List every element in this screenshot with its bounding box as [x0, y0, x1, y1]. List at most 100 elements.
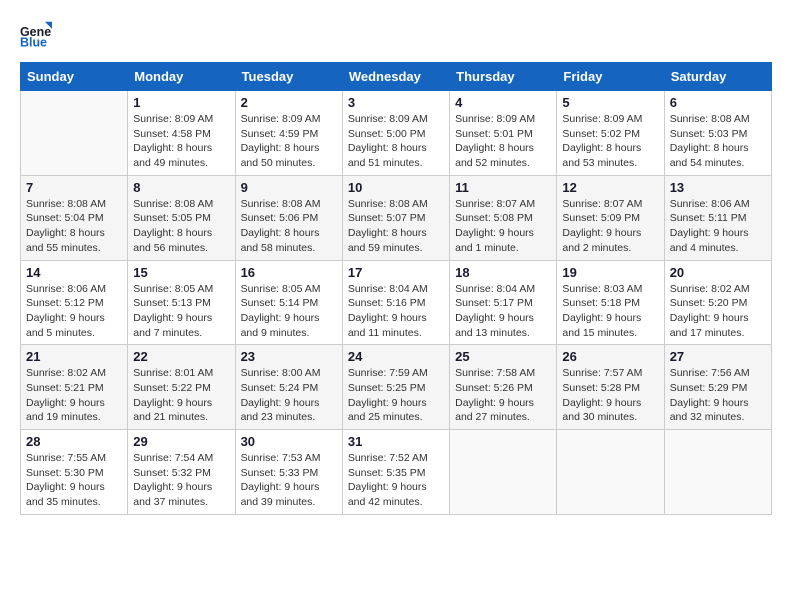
day-info: Sunrise: 8:01 AM Sunset: 5:22 PM Dayligh… — [133, 366, 229, 425]
day-info: Sunrise: 8:09 AM Sunset: 5:02 PM Dayligh… — [562, 112, 658, 171]
day-info: Sunrise: 7:53 AM Sunset: 5:33 PM Dayligh… — [241, 451, 337, 510]
calendar-cell: 25 Sunrise: 7:58 AM Sunset: 5:26 PM Dayli… — [450, 345, 557, 430]
day-info: Sunrise: 8:04 AM Sunset: 5:17 PM Dayligh… — [455, 282, 551, 341]
date-number: 5 — [562, 95, 658, 110]
calendar-cell: 17Sunrise: 8:04 AM Sunset: 5:16 PM Dayli… — [342, 260, 449, 345]
day-info: Sunrise: 8:09 AM Sunset: 5:01 PM Dayligh… — [455, 112, 551, 171]
calendar-cell: 2 Sunrise: 8:09 AM Sunset: 4:59 PM Daylig… — [235, 91, 342, 176]
calendar-cell: 12 Sunrise: 8:07 AM Sunset: 5:09 PM Dayli… — [557, 175, 664, 260]
column-header-friday: Friday — [557, 63, 664, 91]
day-info: Sunrise: 8:03 AM Sunset: 5:18 PM Dayligh… — [562, 282, 658, 341]
date-number: 6 — [670, 95, 766, 110]
date-number: 3 — [348, 95, 444, 110]
date-number: 18 — [455, 265, 551, 280]
day-info: Sunrise: 8:08 AM Sunset: 5:05 PM Dayligh… — [133, 197, 229, 256]
calendar-cell: 18 Sunrise: 8:04 AM Sunset: 5:17 PM Dayli… — [450, 260, 557, 345]
calendar-cell: 16 Sunrise: 8:05 AM Sunset: 5:14 PM Dayli… — [235, 260, 342, 345]
week-row-5: 28 Sunrise: 7:55 AM Sunset: 5:30 PM Dayli… — [21, 430, 772, 515]
calendar-cell: 13 Sunrise: 8:06 AM Sunset: 5:11 PM Dayli… — [664, 175, 771, 260]
date-number: 13 — [670, 180, 766, 195]
date-number: 10 — [348, 180, 444, 195]
logo: General Blue — [20, 20, 56, 52]
date-number: 9 — [241, 180, 337, 195]
date-number: 15 — [133, 265, 229, 280]
date-number: 12 — [562, 180, 658, 195]
date-number: 29 — [133, 434, 229, 449]
date-number: 22 — [133, 349, 229, 364]
calendar-cell — [557, 430, 664, 515]
calendar-header-row: SundayMondayTuesdayWednesdayThursdayFrid… — [21, 63, 772, 91]
calendar-cell: 11 Sunrise: 8:07 AM Sunset: 5:08 PM Dayli… — [450, 175, 557, 260]
date-number: 16 — [241, 265, 337, 280]
column-header-saturday: Saturday — [664, 63, 771, 91]
date-number: 21 — [26, 349, 122, 364]
week-row-3: 14 Sunrise: 8:06 AM Sunset: 5:12 PM Dayli… — [21, 260, 772, 345]
date-number: 26 — [562, 349, 658, 364]
calendar-cell: 6 Sunrise: 8:08 AM Sunset: 5:03 PM Daylig… — [664, 91, 771, 176]
calendar-cell: 10Sunrise: 8:08 AM Sunset: 5:07 PM Dayli… — [342, 175, 449, 260]
calendar-cell: 30 Sunrise: 7:53 AM Sunset: 5:33 PM Dayli… — [235, 430, 342, 515]
calendar-cell: 27Sunrise: 7:56 AM Sunset: 5:29 PM Dayli… — [664, 345, 771, 430]
column-header-thursday: Thursday — [450, 63, 557, 91]
day-info: Sunrise: 8:08 AM Sunset: 5:03 PM Dayligh… — [670, 112, 766, 171]
date-number: 31 — [348, 434, 444, 449]
page-header: General Blue — [20, 20, 772, 52]
week-row-1: 1 Sunrise: 8:09 AM Sunset: 4:58 PM Daylig… — [21, 91, 772, 176]
calendar-cell: 7 Sunrise: 8:08 AM Sunset: 5:04 PM Daylig… — [21, 175, 128, 260]
date-number: 1 — [133, 95, 229, 110]
date-number: 7 — [26, 180, 122, 195]
date-number: 20 — [670, 265, 766, 280]
calendar-cell — [21, 91, 128, 176]
day-info: Sunrise: 8:07 AM Sunset: 5:09 PM Dayligh… — [562, 197, 658, 256]
column-header-sunday: Sunday — [21, 63, 128, 91]
week-row-4: 21Sunrise: 8:02 AM Sunset: 5:21 PM Dayli… — [21, 345, 772, 430]
day-info: Sunrise: 8:09 AM Sunset: 4:58 PM Dayligh… — [133, 112, 229, 171]
date-number: 11 — [455, 180, 551, 195]
day-info: Sunrise: 8:00 AM Sunset: 5:24 PM Dayligh… — [241, 366, 337, 425]
calendar-cell: 4 Sunrise: 8:09 AM Sunset: 5:01 PM Daylig… — [450, 91, 557, 176]
day-info: Sunrise: 8:08 AM Sunset: 5:06 PM Dayligh… — [241, 197, 337, 256]
date-number: 24 — [348, 349, 444, 364]
date-number: 19 — [562, 265, 658, 280]
calendar-cell: 3 Sunrise: 8:09 AM Sunset: 5:00 PM Daylig… — [342, 91, 449, 176]
date-number: 25 — [455, 349, 551, 364]
calendar-cell: 21Sunrise: 8:02 AM Sunset: 5:21 PM Dayli… — [21, 345, 128, 430]
week-row-2: 7 Sunrise: 8:08 AM Sunset: 5:04 PM Daylig… — [21, 175, 772, 260]
day-info: Sunrise: 8:06 AM Sunset: 5:11 PM Dayligh… — [670, 197, 766, 256]
day-info: Sunrise: 7:52 AM Sunset: 5:35 PM Dayligh… — [348, 451, 444, 510]
calendar-cell: 20Sunrise: 8:02 AM Sunset: 5:20 PM Dayli… — [664, 260, 771, 345]
date-number: 14 — [26, 265, 122, 280]
calendar-cell: 23Sunrise: 8:00 AM Sunset: 5:24 PM Dayli… — [235, 345, 342, 430]
day-info: Sunrise: 7:56 AM Sunset: 5:29 PM Dayligh… — [670, 366, 766, 425]
day-info: Sunrise: 8:05 AM Sunset: 5:14 PM Dayligh… — [241, 282, 337, 341]
day-info: Sunrise: 7:55 AM Sunset: 5:30 PM Dayligh… — [26, 451, 122, 510]
date-number: 8 — [133, 180, 229, 195]
day-info: Sunrise: 8:09 AM Sunset: 5:00 PM Dayligh… — [348, 112, 444, 171]
calendar-cell: 15 Sunrise: 8:05 AM Sunset: 5:13 PM Dayli… — [128, 260, 235, 345]
calendar-table: SundayMondayTuesdayWednesdayThursdayFrid… — [20, 62, 772, 515]
column-header-monday: Monday — [128, 63, 235, 91]
day-info: Sunrise: 8:08 AM Sunset: 5:04 PM Dayligh… — [26, 197, 122, 256]
calendar-cell: 8 Sunrise: 8:08 AM Sunset: 5:05 PM Daylig… — [128, 175, 235, 260]
date-number: 2 — [241, 95, 337, 110]
date-number: 28 — [26, 434, 122, 449]
day-info: Sunrise: 8:09 AM Sunset: 4:59 PM Dayligh… — [241, 112, 337, 171]
column-header-tuesday: Tuesday — [235, 63, 342, 91]
day-info: Sunrise: 7:54 AM Sunset: 5:32 PM Dayligh… — [133, 451, 229, 510]
logo-icon: General Blue — [20, 20, 52, 52]
day-info: Sunrise: 8:07 AM Sunset: 5:08 PM Dayligh… — [455, 197, 551, 256]
day-info: Sunrise: 8:06 AM Sunset: 5:12 PM Dayligh… — [26, 282, 122, 341]
calendar-cell: 19 Sunrise: 8:03 AM Sunset: 5:18 PM Dayli… — [557, 260, 664, 345]
calendar-cell: 22 Sunrise: 8:01 AM Sunset: 5:22 PM Dayli… — [128, 345, 235, 430]
calendar-cell: 24Sunrise: 7:59 AM Sunset: 5:25 PM Dayli… — [342, 345, 449, 430]
calendar-cell — [450, 430, 557, 515]
calendar-cell: 28 Sunrise: 7:55 AM Sunset: 5:30 PM Dayli… — [21, 430, 128, 515]
calendar-cell: 31 Sunrise: 7:52 AM Sunset: 5:35 PM Dayli… — [342, 430, 449, 515]
day-info: Sunrise: 8:05 AM Sunset: 5:13 PM Dayligh… — [133, 282, 229, 341]
calendar-cell — [664, 430, 771, 515]
day-info: Sunrise: 7:58 AM Sunset: 5:26 PM Dayligh… — [455, 366, 551, 425]
date-number: 30 — [241, 434, 337, 449]
date-number: 4 — [455, 95, 551, 110]
calendar-cell: 29 Sunrise: 7:54 AM Sunset: 5:32 PM Dayli… — [128, 430, 235, 515]
day-info: Sunrise: 7:57 AM Sunset: 5:28 PM Dayligh… — [562, 366, 658, 425]
